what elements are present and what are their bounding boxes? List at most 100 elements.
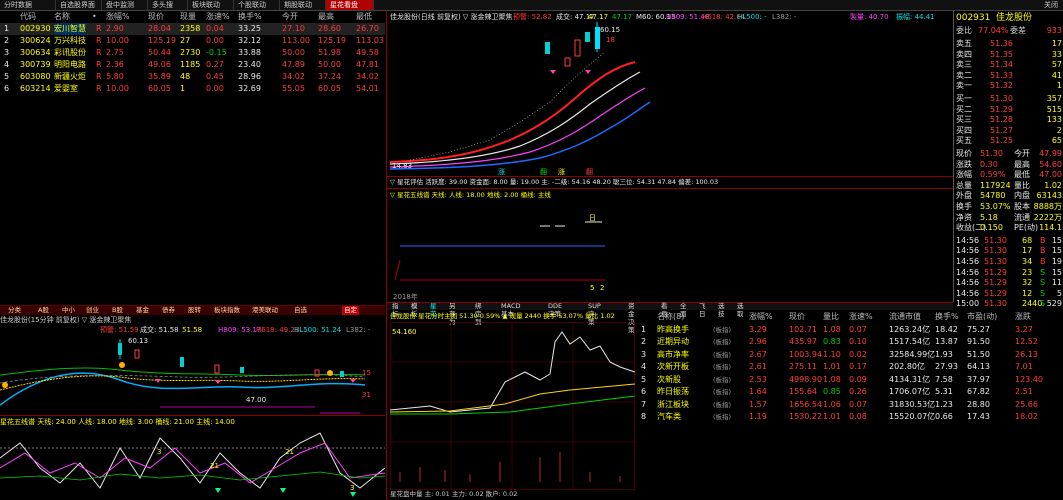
col-chg[interactable]: 涨幅%	[106, 11, 130, 23]
tab-4[interactable]: 板块联动	[188, 0, 234, 10]
tab-7[interactable]: 星花看盘	[326, 0, 374, 10]
sector-price: 102.71	[789, 324, 817, 334]
watchlist-idx: 5	[4, 72, 10, 81]
bid-vol: 515	[1046, 104, 1062, 114]
sector-col-price[interactable]: 现价	[789, 311, 805, 324]
bid-label: 买一	[956, 94, 972, 103]
low-tab-5[interactable]: 基金	[134, 306, 151, 315]
watchlist-open: 50.00	[282, 48, 305, 57]
low-tab-9[interactable]: 港美联动	[250, 306, 280, 315]
sector-col-pe[interactable]: 市盈(动)	[967, 311, 997, 324]
sector-speed: 0.10	[849, 337, 867, 346]
low-tab-3[interactable]: 创业	[84, 306, 101, 315]
low-tab-1[interactable]: A股	[36, 306, 51, 315]
col-open[interactable]: 今开	[282, 11, 298, 23]
watchlist-code: 300739	[20, 60, 51, 69]
low-tab-4[interactable]: B股	[110, 306, 125, 315]
sector-col-turn[interactable]: 换手%	[935, 311, 959, 324]
main-val-0: 预警: 52.82	[513, 13, 552, 21]
tab-1[interactable]: 自选股界面	[56, 0, 102, 10]
left-val-2: 51.58	[182, 326, 203, 334]
watchlist-turn: 33.88	[238, 48, 261, 57]
low-tab-0[interactable]: 分类	[6, 306, 23, 315]
sector-col-ratio[interactable]: 量比	[823, 311, 839, 324]
sector-chg: 1.57	[749, 399, 767, 409]
ind2-chart[interactable]: 日 5 2	[390, 200, 950, 292]
watchlist-row[interactable]: 3 300634 彩讯股份 R 2.75 50.44 2730 -0.15 33.88 50.00…	[0, 47, 385, 59]
watchlist-row[interactable]: 6 603214 爱婴室 R 10.00 60.05 1 0.00 32.69 55.05 60.0…	[0, 83, 385, 95]
tab-2[interactable]: 盘中监测	[102, 0, 148, 10]
sector-col-diff[interactable]: 涨跌	[1015, 311, 1031, 324]
watchlist-idx: 1	[4, 24, 10, 33]
sector-ratio: 0.83	[823, 337, 841, 346]
low-tab-11[interactable]: 自定	[342, 306, 359, 315]
sector-tag: (板指)	[713, 325, 732, 334]
sector-pe: 91.50	[967, 337, 990, 346]
col-vol[interactable]: 现量	[180, 11, 196, 23]
watchlist-row[interactable]: 1 002930 宏川智慧 R 2.90 28.04 2358 0.04 33.25 27.10 2…	[0, 23, 385, 35]
ind2-title: ▽ 星花五线谱 天线: 人线: 18.00 地线: 2.00 桶线: 主线	[390, 191, 551, 199]
bid-vol: 2	[1056, 125, 1062, 135]
low-tab-8[interactable]: 板块指数	[212, 306, 242, 315]
tab-3[interactable]: 多头搜	[148, 0, 188, 10]
watchlist-row[interactable]: 5 603080 新疆火炬 R 5.80 35.89 48 0.45 28.96 34.02 37.…	[0, 71, 385, 83]
col-code[interactable]: 代码	[20, 11, 36, 23]
low-tab-2[interactable]: 中小	[60, 306, 77, 315]
tick-row: 14:56 51.29 12 S 5	[956, 289, 1062, 300]
left-r2-label: 31	[362, 391, 371, 399]
stat-label: 外盘	[956, 191, 972, 201]
sector-col-mcap[interactable]: 流通市值	[889, 311, 921, 324]
col-speed[interactable]: 涨速%	[206, 11, 230, 23]
stat-label-2: 内盘	[1014, 191, 1030, 201]
sector-col-name[interactable]: 名称(8)	[657, 311, 684, 324]
sector-row[interactable]: 2 近期异动 (板指) 2.96 435.97 0.83 0.10 1517.54亿 13.87…	[637, 336, 1063, 349]
col-turn[interactable]: 换手%	[238, 11, 262, 23]
stat-value-2: 8888万	[1033, 202, 1062, 211]
sector-row[interactable]: 3 高市净率 (板指) 2.67 1003.94 1.10 0.02 32584.99亿 1.9…	[637, 349, 1063, 362]
sector-pe: 67.82	[967, 387, 990, 396]
col-low[interactable]: 最低	[356, 11, 372, 23]
sector-row[interactable]: 4 次新开板 (板指) 2.61 275.11 1.01 0.17 202.80亿 27.93 6…	[637, 361, 1063, 374]
bid-vol: 65	[1051, 136, 1062, 146]
tick-vol: 23	[1022, 267, 1033, 277]
ask-vol: 41	[1051, 70, 1062, 80]
bid-row: 买三 51.28 133	[956, 115, 1062, 126]
ind2-mark-1: 5	[590, 284, 594, 292]
tab-0[interactable]: 分时数据	[0, 0, 56, 10]
col-name[interactable]: 名称	[54, 11, 70, 23]
sector-row[interactable]: 8 汽车类 (板指) 1.19 1530.22 1.01 0.08 15520.07亿 0.66…	[637, 411, 1063, 424]
tab-5[interactable]: 个股联动	[234, 0, 280, 10]
left-candle-chart[interactable]: 60.13 47.00 15 31	[0, 335, 385, 415]
low-tab-6[interactable]: 债券	[160, 306, 177, 315]
main-candle-chart[interactable]: 60.15 14.83 18	[390, 22, 950, 170]
stat-value: 51.30	[980, 149, 1003, 158]
low-tab-7[interactable]: 股转	[186, 306, 203, 315]
ask-row: 卖四 51.35 33	[956, 50, 1062, 61]
close-button[interactable]: 关闭	[1040, 0, 1063, 10]
col-high[interactable]: 最高	[318, 11, 334, 23]
col-price[interactable]: 现价	[148, 11, 164, 23]
ask-price: 51.33	[990, 70, 1013, 80]
tick-dir: B	[1040, 257, 1046, 266]
watchlist-vol: 2358	[180, 24, 201, 33]
watchlist-row[interactable]: 4 300739 明阳电路 R 2.36 49.06 1185 0.27 23.40 47.89 5…	[0, 59, 385, 71]
sector-row[interactable]: 1 昨高换手 (板指) 3.29 102.71 1.08 0.07 1263.24亿 18.42…	[637, 324, 1063, 337]
tick-price: 51.30	[984, 235, 1007, 245]
sector-col-chg[interactable]: 涨幅%	[749, 311, 773, 324]
sector-col-speed[interactable]: 涨速%	[849, 311, 873, 324]
sector-row[interactable]: 5 次新股 (板指) 2.53 4998.90 1.08 0.09 4134.31亿 7.58 3…	[637, 374, 1063, 387]
left-indicator-chart[interactable]: 3 21 21 3	[0, 428, 385, 500]
sector-row[interactable]: 6 昨日振荡 (板指) 1.64 155.64 0.85 0.26 1706.07亿 5.31 6…	[637, 386, 1063, 399]
watchlist-row[interactable]: 2 300624 万兴科技 R 10.00 125.19 27 0.00 32.12 113.00…	[0, 35, 385, 47]
tick-num: 15	[1051, 267, 1062, 277]
sector-row[interactable]: 7 浙江板块 (板指) 1.57 1656.54 1.06 0.07 31830.53亿 1.2…	[637, 399, 1063, 412]
watchlist-name: 宏川智慧	[54, 23, 86, 35]
col-tag[interactable]: •	[92, 11, 97, 23]
intraday-chart[interactable]: 54.160	[390, 322, 635, 490]
sector-tag: (板指)	[713, 400, 732, 409]
stat-value-2: 47.00	[1039, 170, 1062, 180]
bid-row: 买四 51.27 2	[956, 126, 1062, 137]
watchlist-tag: R	[96, 84, 102, 93]
low-tab-10[interactable]: 自选	[292, 306, 309, 315]
tab-6[interactable]: 期股联动	[280, 0, 326, 10]
